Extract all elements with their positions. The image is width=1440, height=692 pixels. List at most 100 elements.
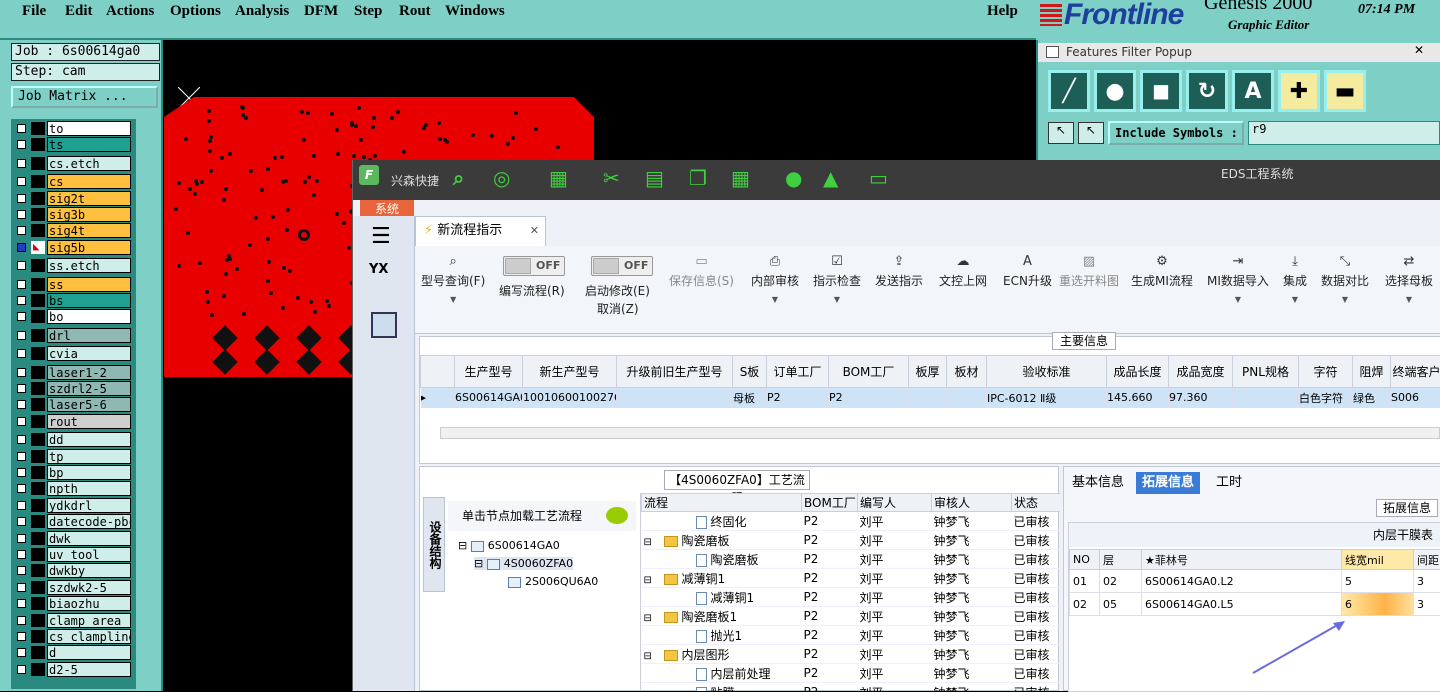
flow-cell-w[interactable]: 刘平: [858, 664, 932, 683]
film-icon[interactable]: ▤: [645, 166, 664, 190]
layer-checkbox[interactable]: [17, 417, 26, 426]
layer-row-drl[interactable]: drl: [11, 328, 135, 343]
layer-affected-box[interactable]: [31, 259, 45, 272]
main-col-header[interactable]: 生产型号: [455, 356, 523, 388]
search-icon[interactable]: ⌕: [453, 166, 464, 190]
dryfilm-cell[interactable]: 3: [1414, 570, 1440, 593]
layer-checkbox[interactable]: [17, 296, 26, 305]
layer-row-tp[interactable]: tp: [11, 449, 135, 464]
send-instruction-button[interactable]: ⇪发送指示: [875, 254, 923, 289]
layer-row-bo[interactable]: bo: [11, 309, 135, 324]
layer-checkbox[interactable]: [17, 583, 26, 592]
layer-row-datecode-pbc[interactable]: datecode-pbc: [11, 514, 135, 529]
edit-flow-toggle[interactable]: OFF: [503, 256, 565, 276]
menu-dfm[interactable]: DFM: [304, 3, 338, 20]
layer-affected-box[interactable]: [31, 138, 45, 151]
layer-affected-box[interactable]: [31, 294, 45, 307]
flow-cell-w[interactable]: 刘平: [858, 512, 932, 531]
flow-cell-r[interactable]: 钟梦飞: [932, 626, 1012, 645]
menu-rout[interactable]: Rout: [399, 3, 431, 20]
main-col-header[interactable]: BOM工厂: [829, 356, 909, 388]
flow-cell-r[interactable]: 钟梦飞: [932, 550, 1012, 569]
flow-step-cell[interactable]: 减薄铜1: [642, 588, 802, 607]
layer-row-dd[interactable]: dd: [11, 432, 135, 447]
table-row[interactable]: ⊟陶瓷磨板P2刘平钟梦飞已审核: [642, 531, 1061, 550]
flow-cell-r[interactable]: 钟梦飞: [932, 664, 1012, 683]
tab-ext-info[interactable]: 拓展信息: [1136, 472, 1200, 494]
dryfilm-cell[interactable]: 6S00614GA0.L5: [1142, 593, 1342, 616]
layer-affected-box[interactable]: [31, 122, 45, 135]
layer-checkbox[interactable]: [17, 124, 26, 133]
dryfilm-col-header[interactable]: 线宽mil: [1342, 550, 1414, 570]
save-info-button[interactable]: ▭保存信息(S): [669, 254, 734, 289]
layer-checkbox[interactable]: [17, 550, 26, 559]
flow-cell-r[interactable]: 钟梦飞: [932, 512, 1012, 531]
main-cell[interactable]: [909, 388, 947, 408]
flow-step-cell[interactable]: 陶瓷磨板: [642, 550, 802, 569]
table-row[interactable]: ⊟内层图形P2刘平钟梦飞已审核: [642, 645, 1061, 664]
layer-affected-box[interactable]: [31, 646, 45, 659]
flow-cell-s[interactable]: 已审核: [1012, 531, 1061, 550]
layer-affected-box[interactable]: [31, 398, 45, 411]
table-row[interactable]: ⊟减薄铜1P2刘平钟梦飞已审核: [642, 569, 1061, 588]
table-row[interactable]: ▸6S00614GA010010600100276母板P2P2IPC-6012 …: [421, 388, 1440, 408]
select-master-button[interactable]: ⇄选择母板▼: [1385, 254, 1433, 304]
layer-affected-box[interactable]: [31, 450, 45, 463]
cancel-button[interactable]: 取消(Z): [597, 300, 639, 317]
flow-cell-s[interactable]: 已审核: [1012, 664, 1061, 683]
flow-cell-r[interactable]: 钟梦飞: [932, 569, 1012, 588]
device-structure-tab[interactable]: 设备结构: [423, 497, 445, 592]
main-cell[interactable]: P2: [829, 388, 909, 408]
layer-row-sig2t[interactable]: sig2t: [11, 191, 135, 206]
table-row[interactable]: 01026S00614GA0.L253: [1070, 570, 1440, 593]
flow-cell-r[interactable]: 钟梦飞: [932, 683, 1012, 692]
layer-affected-box[interactable]: [31, 224, 45, 237]
internal-review-button[interactable]: ⎙内部审核▼: [751, 254, 799, 304]
layer-affected-box[interactable]: [31, 564, 45, 577]
layer-checkbox[interactable]: [17, 243, 26, 252]
layer-scrollbar[interactable]: [135, 119, 161, 689]
main-cell[interactable]: 白色字符: [1299, 388, 1353, 408]
layer-row-sig3b[interactable]: sig3b: [11, 207, 135, 222]
layer-row-clamp_area[interactable]: clamp_area: [11, 613, 135, 628]
menu-windows[interactable]: Windows: [445, 3, 505, 20]
table-row[interactable]: 02056S00614GA0.L563: [1070, 593, 1440, 616]
main-col-header[interactable]: 升级前旧生产型号: [617, 356, 733, 388]
main-cell[interactable]: 10010600100276: [523, 388, 617, 408]
table-row[interactable]: 抛光1P2刘平钟梦飞已审核: [642, 626, 1061, 645]
dryfilm-cell[interactable]: 02: [1100, 570, 1142, 593]
tree-node-root[interactable]: ⊟ 6S00614GA0: [458, 539, 560, 552]
calculator-icon[interactable]: [371, 312, 397, 338]
flow-col-header[interactable]: 编写人: [858, 494, 932, 512]
layer-affected-box[interactable]: [31, 482, 45, 495]
layer-checkbox[interactable]: [17, 159, 26, 168]
layer-affected-box[interactable]: [31, 415, 45, 428]
apps-icon[interactable]: ▦: [731, 166, 750, 190]
layer-checkbox[interactable]: [17, 517, 26, 526]
layer-affected-box[interactable]: [31, 515, 45, 528]
layer-row-rout[interactable]: rout: [11, 414, 135, 429]
main-cell[interactable]: [1233, 388, 1299, 408]
main-col-header[interactable]: 字符: [1299, 356, 1353, 388]
main-cell[interactable]: 母板: [733, 388, 767, 408]
copy-icon[interactable]: ❐: [689, 166, 707, 190]
layer-affected-box[interactable]: [31, 548, 45, 561]
integrate-button[interactable]: ⤓集成▼: [1283, 254, 1307, 304]
job-matrix-button[interactable]: Job Matrix ...: [11, 86, 158, 108]
flow-step-cell[interactable]: ⊟减薄铜1: [642, 569, 802, 588]
flow-col-header[interactable]: 审核人: [932, 494, 1012, 512]
layer-affected-box[interactable]: [31, 366, 45, 379]
dryfilm-col-header[interactable]: 间距: [1414, 550, 1440, 570]
dryfilm-col-header[interactable]: 层: [1100, 550, 1142, 570]
layer-checkbox[interactable]: [17, 210, 26, 219]
layer-row-bs[interactable]: bs: [11, 293, 135, 308]
target-icon[interactable]: ◎: [493, 166, 510, 190]
main-cell[interactable]: [947, 388, 987, 408]
layer-affected-box[interactable]: [31, 208, 45, 221]
layer-checkbox[interactable]: [17, 312, 26, 321]
main-col-header[interactable]: 新生产型号: [523, 356, 617, 388]
gen-mi-flow-button[interactable]: ⚙生成MI流程: [1131, 254, 1193, 289]
flow-cell-bom[interactable]: P2: [802, 664, 858, 683]
data-compare-button[interactable]: ⤡数据对比▼: [1321, 254, 1369, 304]
layer-row-to[interactable]: to: [11, 121, 135, 136]
